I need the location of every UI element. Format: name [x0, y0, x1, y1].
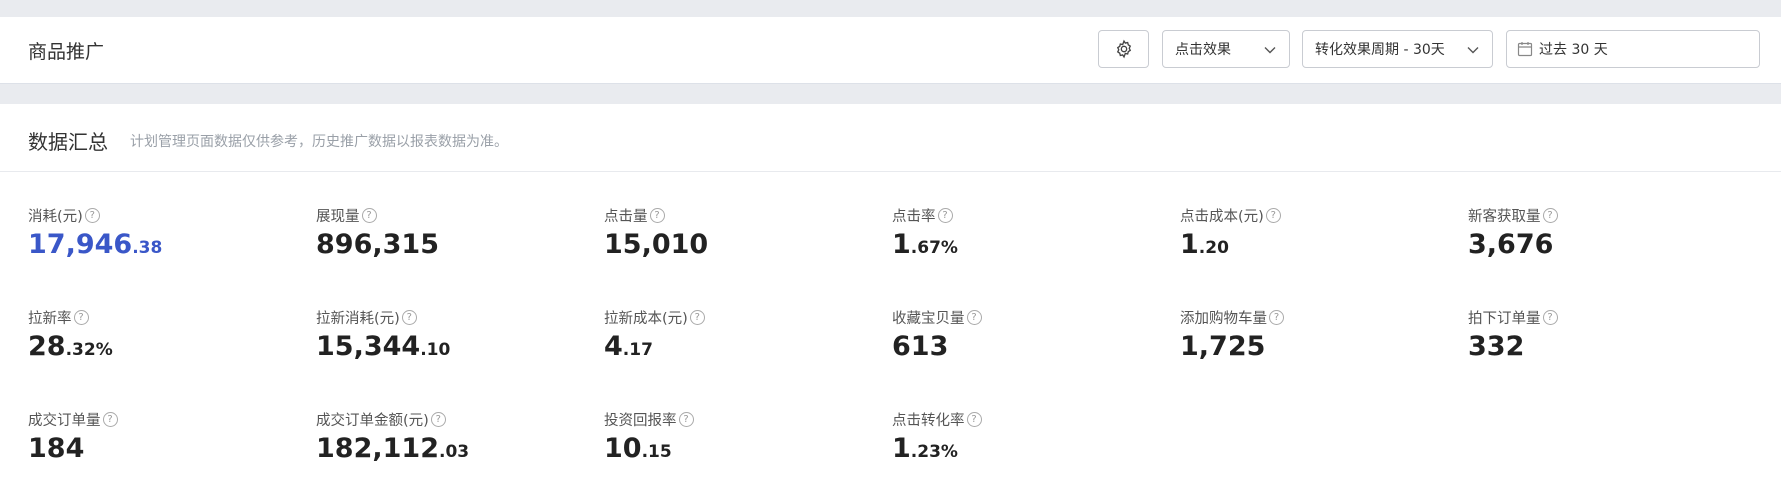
metric-value-int: 182,112 [316, 433, 439, 464]
metric-orders-placed: 拍下订单量? 332 [1468, 307, 1748, 362]
metric-ctr: 点击率? 1.67% [892, 205, 1172, 260]
effect-select-value: 点击效果 [1175, 42, 1231, 58]
help-icon[interactable]: ? [1269, 309, 1284, 325]
metric-clicks: 点击量? 15,010 [604, 205, 884, 260]
help-icon[interactable]: ? [1542, 309, 1558, 325]
metric-value-int: 4 [604, 331, 623, 362]
metric-impressions: 展现量? 896,315 [316, 205, 596, 260]
metric-value-int: 3,676 [1468, 229, 1554, 260]
metric-label: 点击转化率 [892, 412, 965, 429]
calendar-icon [1517, 42, 1533, 57]
metric-new-unit-cost: 拉新成本(元)? 4.17 [604, 307, 884, 362]
metric-value-dec: .15 [641, 442, 672, 462]
metric-label: 点击成本(元) [1180, 208, 1264, 225]
metric-label: 展现量 [316, 208, 360, 225]
metric-value-dec: .10 [420, 340, 451, 360]
metric-deal-amount: 成交订单金额(元)? 182,112.03 [316, 409, 596, 464]
metric-label: 新客获取量 [1468, 208, 1541, 225]
help-icon[interactable]: ? [102, 411, 118, 427]
metric-roi: 投资回报率? 10.15 [604, 409, 884, 464]
period-select[interactable]: 转化效果周期 - 30天 [1302, 30, 1493, 68]
period-select-value: 转化效果周期 - 30天 [1315, 42, 1445, 58]
metric-click-conversion: 点击转化率? 1.23% [892, 409, 1172, 464]
metric-label: 成交订单量 [28, 412, 101, 429]
summary-panel: 数据汇总 计划管理页面数据仅供参考，历史推广数据以报表数据为准。 消耗(元)? … [0, 104, 1781, 487]
help-icon[interactable]: ? [689, 309, 705, 325]
metric-value-dec: .23% [910, 442, 958, 462]
help-icon[interactable]: ? [678, 411, 694, 427]
metric-value-int: 15,344 [316, 331, 421, 362]
date-range-picker[interactable]: 过去 30 天 [1506, 30, 1760, 68]
metric-add-to-cart: 添加购物车量? 1,725 [1180, 307, 1460, 362]
metric-value-int: 28 [28, 331, 66, 362]
metric-cpc: 点击成本(元)? 1.20 [1180, 205, 1460, 260]
metric-cost: 消耗(元)? 17,946.38 [28, 205, 308, 260]
help-icon[interactable]: ? [401, 309, 417, 325]
help-icon[interactable]: ? [649, 207, 665, 223]
metric-label: 拉新率 [28, 310, 72, 327]
metric-new-cost: 拉新消耗(元)? 15,344.10 [316, 307, 596, 362]
metric-value-dec: .38 [132, 238, 163, 258]
metric-label: 成交订单金额(元) [316, 412, 429, 429]
metric-label: 消耗(元) [28, 208, 83, 225]
help-icon[interactable]: ? [966, 309, 982, 325]
metric-value-int: 1 [892, 433, 911, 464]
metric-value-int: 1 [1180, 229, 1199, 260]
metric-value-int: 332 [1468, 331, 1525, 362]
metric-label: 添加购物车量 [1180, 310, 1267, 327]
metric-value-int: 184 [28, 433, 85, 464]
page-title: 商品推广 [28, 41, 105, 63]
summary-note: 计划管理页面数据仅供参考，历史推广数据以报表数据为准。 [130, 134, 508, 150]
metric-deal-orders: 成交订单量? 184 [28, 409, 308, 464]
metric-label: 拉新成本(元) [604, 310, 688, 327]
chevron-down-icon [1264, 47, 1276, 54]
help-icon[interactable]: ? [361, 207, 377, 223]
help-icon[interactable]: ? [1542, 207, 1558, 223]
gear-icon [1116, 39, 1131, 59]
metric-value-dec: .32% [65, 340, 113, 360]
help-icon[interactable]: ? [966, 411, 982, 427]
metric-value-int: 1 [892, 229, 911, 260]
metric-value-int: 1,725 [1180, 331, 1266, 362]
metric-value-int: 17,946 [28, 229, 133, 260]
effect-select[interactable]: 点击效果 [1162, 30, 1290, 68]
help-icon[interactable]: ? [937, 207, 953, 223]
metric-new-customers: 新客获取量? 3,676 [1468, 205, 1748, 260]
date-range-value: 过去 30 天 [1539, 42, 1608, 58]
metric-label: 点击率 [892, 208, 936, 225]
metric-favorites: 收藏宝贝量? 613 [892, 307, 1172, 362]
metric-new-rate: 拉新率? 28.32% [28, 307, 308, 362]
page-header: 商品推广 点击效果 转化效果周期 - 30天 过去 30 天 [0, 17, 1781, 84]
metric-label: 点击量 [604, 208, 648, 225]
help-icon[interactable]: ? [84, 207, 100, 223]
metric-value-int: 613 [892, 331, 949, 362]
metric-label: 拉新消耗(元) [316, 310, 400, 327]
metric-label: 拍下订单量 [1468, 310, 1541, 327]
summary-title: 数据汇总 [28, 130, 108, 154]
metric-value-int: 10 [604, 433, 642, 464]
metric-value-int: 896,315 [316, 229, 439, 260]
metric-label: 投资回报率 [604, 412, 677, 429]
metric-value-dec: .67% [910, 238, 958, 258]
help-icon[interactable]: ? [1265, 207, 1281, 223]
divider [0, 171, 1781, 172]
metric-value-dec: .17 [622, 340, 653, 360]
chevron-down-icon [1467, 47, 1479, 54]
help-icon[interactable]: ? [430, 411, 446, 427]
metric-value-dec: .20 [1198, 238, 1229, 258]
metric-value-int: 15,010 [604, 229, 709, 260]
settings-button[interactable] [1098, 30, 1149, 68]
metric-value-dec: .03 [438, 442, 470, 462]
help-icon[interactable]: ? [73, 309, 89, 325]
metric-label: 收藏宝贝量 [892, 310, 965, 327]
